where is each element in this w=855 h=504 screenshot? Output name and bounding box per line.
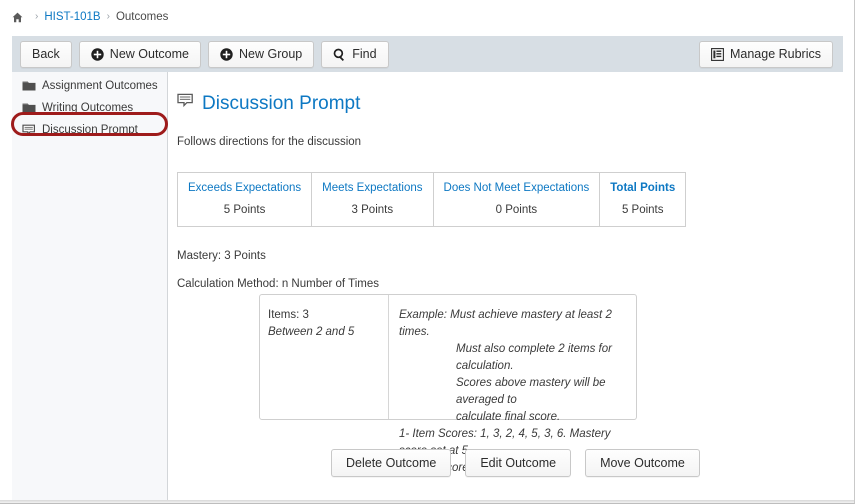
outcome-icon — [177, 92, 194, 116]
rating-label: Does Not Meet Expectations — [443, 182, 590, 194]
find-button-label: Find — [352, 47, 377, 61]
sidebar-item-label: Writing Outcomes — [42, 102, 134, 114]
sidebar-item-writing-outcomes[interactable]: Writing Outcomes — [12, 97, 167, 119]
sidebar-item-discussion-prompt[interactable]: Discussion Prompt — [12, 119, 167, 141]
rating-label: Exceeds Expectations — [188, 182, 302, 194]
example-line-1: Example: Must achieve mastery at least 2… — [399, 309, 612, 338]
search-icon — [333, 48, 346, 61]
outcome-icon — [22, 124, 36, 137]
back-button[interactable]: Back — [20, 40, 72, 68]
breadcrumb-separator-2: › — [106, 11, 110, 22]
rating-cell: Total Points — [600, 173, 686, 196]
rating-cell: Exceeds Expectations — [177, 172, 313, 195]
ratings-label-row: Exceeds Expectations Meets Expectations … — [177, 172, 686, 196]
rating-cell: Meets Expectations — [311, 172, 434, 195]
outcome-title-text: Discussion Prompt — [202, 93, 361, 114]
calculation-items-range: Between 2 and 5 — [268, 326, 355, 338]
back-button-label: Back — [32, 47, 60, 61]
new-outcome-button-label: New Outcome — [109, 47, 189, 61]
outcome-action-buttons: Delete Outcome Edit Outcome Move Outcome — [331, 449, 700, 477]
edit-outcome-button-label: Edit Outcome — [480, 456, 557, 470]
folder-icon — [22, 80, 36, 92]
rating-points: 5 Points — [223, 204, 266, 216]
breadcrumb-current: Outcomes — [115, 11, 169, 23]
sidebar-item-label: Discussion Prompt — [42, 124, 138, 136]
manage-rubrics-button-label: Manage Rubrics — [729, 47, 821, 61]
calculation-method-line: Calculation Method: n Number of Times — [177, 278, 379, 290]
folder-icon — [22, 102, 36, 114]
rating-points-cell: 5 Points — [600, 195, 686, 227]
new-group-button-label: New Group — [239, 47, 303, 61]
page-title: Discussion Prompt — [177, 92, 839, 116]
edit-outcome-button[interactable]: Edit Outcome — [465, 449, 572, 477]
mastery-line: Mastery: 3 Points — [177, 250, 266, 262]
breadcrumb-course-link[interactable]: HIST-101B — [44, 11, 100, 23]
rating-points: 0 Points — [495, 204, 538, 216]
example-line-3: Scores above mastery will be averaged to — [456, 377, 606, 406]
rating-points: 3 Points — [351, 204, 394, 216]
sidebar-item-assignment-outcomes[interactable]: Assignment Outcomes — [12, 75, 167, 97]
outcomes-sidebar: Assignment Outcomes Writing Outcomes Dis… — [12, 72, 168, 500]
rating-points-cell: 3 Points — [311, 195, 434, 227]
sidebar-item-label: Assignment Outcomes — [42, 80, 158, 92]
move-outcome-button[interactable]: Move Outcome — [585, 449, 700, 477]
delete-outcome-button[interactable]: Delete Outcome — [331, 449, 452, 477]
plus-circle-icon — [91, 47, 104, 61]
rating-points-cell: 5 Points — [177, 195, 313, 227]
calculation-example-box: Items: 3 Between 2 and 5 Example: Must a… — [259, 294, 637, 474]
rubric-icon — [711, 47, 724, 61]
calculation-example-column: Example: Must achieve mastery at least 2… — [389, 295, 636, 474]
calculation-items-count: Items: 3 — [268, 309, 309, 321]
ratings-points-row: 5 Points 3 Points 0 Points 5 Points — [177, 195, 686, 227]
calculation-items-column: Items: 3 Between 2 and 5 — [260, 295, 389, 419]
new-outcome-button[interactable]: New Outcome — [78, 40, 201, 68]
rating-points-cell: 0 Points — [433, 195, 601, 227]
plus-circle-icon — [220, 47, 233, 61]
outcome-description: Follows directions for the discussion — [177, 136, 362, 148]
manage-rubrics-button[interactable]: Manage Rubrics — [698, 40, 833, 68]
breadcrumb: › HIST-101B › Outcomes — [12, 6, 168, 28]
home-icon[interactable] — [12, 12, 23, 23]
outcomes-page: › HIST-101B › Outcomes Back New Outcome — [0, 0, 855, 504]
example-line-4: calculate final score. — [456, 411, 561, 423]
rating-label-total: Total Points — [610, 182, 676, 194]
toolbar-right-group: Manage Rubrics — [698, 40, 843, 68]
ratings-table: Exceeds Expectations Meets Expectations … — [177, 172, 687, 227]
move-outcome-button-label: Move Outcome — [600, 456, 685, 470]
outcome-detail-panel: Discussion Prompt Follows directions for… — [169, 72, 853, 500]
outcomes-toolbar: Back New Outcome New Group Find Manage R… — [12, 36, 843, 72]
example-line-2: Must also complete 2 items for calculati… — [456, 343, 612, 372]
rating-cell: Does Not Meet Expectations — [433, 172, 601, 195]
breadcrumb-separator-1: › — [35, 11, 39, 22]
delete-outcome-button-label: Delete Outcome — [346, 456, 437, 470]
find-button[interactable]: Find — [321, 40, 389, 68]
new-group-button[interactable]: New Group — [208, 40, 315, 68]
rating-points-total: 5 Points — [621, 204, 664, 216]
toolbar-left-group: Back New Outcome New Group Find — [12, 40, 389, 68]
rating-label: Meets Expectations — [322, 182, 423, 194]
